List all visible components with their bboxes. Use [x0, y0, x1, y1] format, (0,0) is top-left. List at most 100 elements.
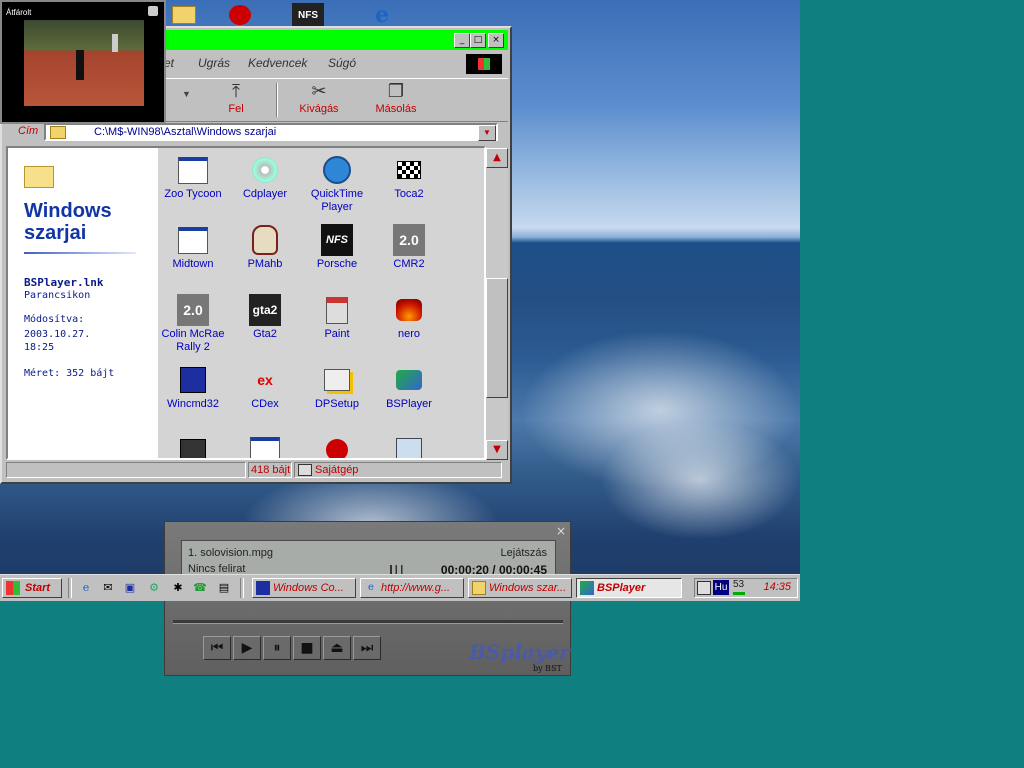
file-item[interactable]: Toca2 [374, 154, 444, 201]
language-indicator[interactable]: Hu [713, 580, 729, 595]
folder-title: Windows szarjai [24, 200, 112, 244]
file-item[interactable] [374, 434, 444, 458]
maximize-button[interactable]: □ [470, 33, 486, 48]
file-label: nero [397, 328, 421, 340]
floppy-quicklaunch-icon[interactable]: ▣ [122, 580, 138, 596]
file-item[interactable]: Wincmd32 [158, 364, 228, 411]
task-windows-commander[interactable]: Windows Co... [252, 578, 356, 598]
address-bar: Cím C:\M$-WIN98\Asztal\Windows szarjai ▼ [4, 122, 508, 144]
taskbar: Start e ✉ ▣ ⚙ ✱ ☎ ▤ Windows Co... e http… [0, 574, 800, 601]
status-panel [6, 462, 246, 478]
file-item[interactable]: PMahb [230, 224, 300, 271]
folder-icon [50, 126, 66, 139]
next-button[interactable]: ⏭ [353, 636, 381, 660]
gta2-icon: gta2 [249, 294, 281, 326]
file-item[interactable] [158, 434, 228, 458]
floppy-icon [177, 364, 209, 396]
minimize-button[interactable]: _ [454, 33, 470, 48]
outlook-quicklaunch-icon[interactable]: ✉ [100, 580, 116, 596]
cut-label: Kivágás [299, 103, 339, 115]
document-quicklaunch-icon[interactable]: ▤ [216, 580, 232, 596]
status-location: Sajátgép [315, 464, 359, 476]
file-item[interactable]: Paint [302, 294, 372, 341]
address-value: C:\M$-WIN98\Asztal\Windows szarjai [94, 126, 277, 138]
setup-icon [321, 364, 353, 396]
menu-help[interactable]: Súgó [328, 56, 356, 70]
menu-go[interactable]: Ugrás [198, 56, 230, 70]
nfs-icon[interactable]: NFS [292, 3, 324, 27]
dropdown-arrow-icon[interactable]: ▼ [182, 89, 191, 99]
file-item[interactable]: gta2 Gta2 [230, 294, 300, 341]
cut-button[interactable]: ✂ Kivágás [289, 81, 349, 115]
up-button[interactable]: ⤒ Fel [206, 81, 266, 115]
system-tray: Hu 53 14:35 [694, 578, 798, 598]
file-label: Zoo Tycoon [164, 188, 222, 200]
ie-quicklaunch-icon[interactable]: e [78, 580, 94, 596]
web-view-pane: Windows szarjai BSPlayer.lnk Parancsikon… [8, 148, 158, 458]
menu-favorites[interactable]: Kedvencek [248, 56, 307, 70]
nero-icon [393, 294, 425, 326]
modified-label: Módosítva: [24, 314, 85, 325]
title-divider [24, 252, 136, 254]
file-item[interactable]: DPSetup [302, 364, 372, 411]
file-item[interactable] [302, 434, 372, 458]
red-icon [321, 434, 353, 458]
bsplayer-close-button[interactable]: × [556, 524, 566, 538]
pause-button[interactable]: ⏸ [263, 636, 291, 660]
tray-app-icon[interactable] [697, 581, 711, 595]
file-item[interactable]: Cdplayer [230, 154, 300, 201]
eject-button[interactable]: ⏏ [323, 636, 351, 660]
address-field[interactable]: C:\M$-WIN98\Asztal\Windows szarjai ▼ [44, 123, 498, 141]
file-item[interactable]: nero [374, 294, 444, 341]
vertical-scrollbar[interactable]: ▲ ▼ [486, 148, 508, 460]
file-label: Cdplayer [242, 188, 288, 200]
sea-foam [600, 420, 800, 540]
computer-icon [298, 464, 312, 476]
settings-quicklaunch-icon[interactable]: ✱ [170, 580, 186, 596]
clock[interactable]: 14:35 [763, 581, 791, 593]
red-game-icon[interactable] [224, 3, 256, 27]
x-icon [177, 434, 209, 458]
file-item[interactable]: ex CDex [230, 364, 300, 411]
task-browser[interactable]: e http://www.g... [360, 578, 464, 598]
start-button[interactable]: Start [2, 578, 62, 598]
video-label: Átfárolt [6, 8, 32, 17]
icon-grid: Zoo Tycoon Cdplayer QuickTime Player Toc… [158, 148, 484, 458]
file-item[interactable]: Midtown [158, 224, 228, 271]
file-item[interactable]: 2.0 Colin McRae Rally 2 [158, 294, 228, 354]
seek-bar[interactable] [173, 620, 563, 624]
scroll-down-button[interactable]: ▼ [486, 440, 508, 460]
video-preview[interactable]: Átfárolt [0, 0, 166, 124]
copy-button[interactable]: ❐ Másolás [366, 81, 426, 115]
scroll-thumb[interactable] [486, 278, 508, 398]
scroll-up-button[interactable]: ▲ [486, 148, 508, 168]
ie-icon[interactable]: e [366, 2, 398, 28]
cd-icon [249, 154, 281, 186]
floppy-icon [256, 581, 270, 595]
address-dropdown-button[interactable]: ▼ [478, 125, 496, 141]
file-item[interactable] [230, 434, 300, 458]
task-bsplayer[interactable]: BSPlayer [576, 578, 682, 598]
window-icon [177, 224, 209, 256]
stop-button[interactable]: ■ [293, 636, 321, 660]
file-item[interactable]: QuickTime Player [302, 154, 372, 214]
play-button[interactable]: ▶ [233, 636, 261, 660]
folder-icon [24, 166, 54, 188]
channel-logo [148, 6, 158, 16]
file-label: PMahb [247, 258, 283, 270]
task-explorer[interactable]: Windows szar... [468, 578, 572, 598]
close-button[interactable]: × [488, 33, 504, 48]
cmr2-icon: 2.0 [393, 224, 425, 256]
copy-label: Másolás [375, 103, 417, 115]
file-item[interactable]: BSPlayer [374, 364, 444, 411]
file-item[interactable]: Zoo Tycoon [158, 154, 228, 201]
status-location-panel: Sajátgép [294, 462, 502, 478]
playback-state: Lejátszás [500, 547, 547, 559]
file-item[interactable]: NFS Porsche [302, 224, 372, 271]
prev-button[interactable]: ⏮ [203, 636, 231, 660]
folder-icon[interactable] [168, 3, 200, 27]
phone-quicklaunch-icon[interactable]: ☎ [192, 580, 208, 596]
ie-icon: e [368, 582, 374, 593]
file-item[interactable]: 2.0 CMR2 [374, 224, 444, 271]
network-quicklaunch-icon[interactable]: ⚙ [146, 580, 162, 596]
